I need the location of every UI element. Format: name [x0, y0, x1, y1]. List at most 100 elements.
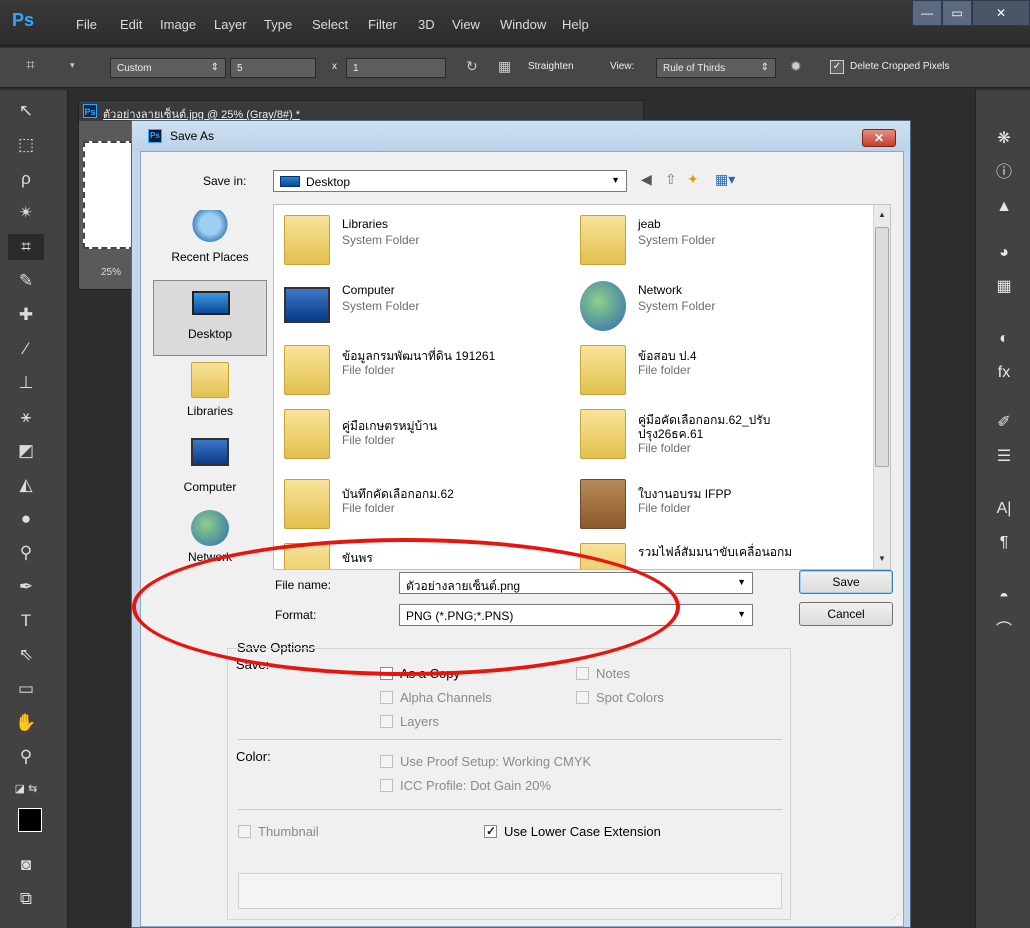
list-item[interactable]: Network System Folder — [570, 277, 866, 335]
default-colors-icon[interactable]: ◪ ⇆ — [8, 776, 44, 802]
adjustments-icon[interactable]: ◐ — [990, 326, 1018, 352]
document-canvas[interactable] — [83, 141, 135, 249]
place-desktop[interactable]: Desktop — [153, 280, 267, 356]
scroll-thumb[interactable] — [875, 227, 889, 467]
pen-tool-icon[interactable]: ✒ — [8, 574, 44, 600]
list-item[interactable]: รวมไฟล์สัมมนาขับเคลื่อนอกม — [570, 539, 866, 569]
chevron-down-icon[interactable]: ▼ — [737, 577, 746, 587]
clone-stamp-tool-icon[interactable]: ⊥ — [8, 370, 44, 396]
save-in-dropdown[interactable]: Desktop ▼ — [273, 170, 627, 192]
foreground-color-swatch[interactable] — [18, 808, 42, 832]
maximize-button[interactable]: ▭ — [942, 0, 972, 26]
document-title-bar[interactable]: Ps ตัวอย่างลายเซ็นต์.jpg @ 25% (Gray/8#)… — [79, 101, 643, 121]
info-icon[interactable]: ⓘ — [990, 160, 1018, 186]
menu-select[interactable]: Select — [312, 17, 348, 32]
menu-window[interactable]: Window — [500, 17, 546, 32]
clear-icon[interactable]: ↻ — [466, 58, 478, 75]
dodge-tool-icon[interactable]: ⚲ — [8, 540, 44, 566]
paragraph-icon[interactable]: ¶ — [990, 530, 1018, 556]
crop-width-input[interactable]: 5 — [230, 58, 316, 78]
path-selection-tool-icon[interactable]: ⇖ — [8, 642, 44, 668]
dialog-close-button[interactable]: ✕ — [862, 129, 896, 147]
paint-bucket-tool-icon[interactable]: ◭ — [8, 472, 44, 498]
scroll-up-icon[interactable]: ▲ — [874, 207, 890, 223]
file-name-input[interactable]: ตัวอย่างลายเซ็นต์.png ▼ — [399, 572, 753, 594]
menu-file[interactable]: File — [76, 17, 97, 32]
list-item[interactable]: Computer System Folder — [274, 277, 570, 335]
menu-help[interactable]: Help — [562, 17, 589, 32]
list-item[interactable]: Libraries System Folder — [274, 211, 570, 269]
delete-cropped-checkbox[interactable]: ✓ — [830, 60, 844, 74]
menu-type[interactable]: Type — [264, 17, 292, 32]
marquee-tool-icon[interactable]: ⬚ — [8, 132, 44, 158]
rectangle-tool-icon[interactable]: ▭ — [8, 676, 44, 702]
eraser-tool-icon[interactable]: ◩ — [8, 438, 44, 464]
dialog-title-bar[interactable]: Ps Save As ✕ — [132, 121, 910, 151]
eyedropper-tool-icon[interactable]: ✎ — [8, 268, 44, 294]
place-network[interactable]: Network — [153, 504, 267, 568]
lasso-tool-icon[interactable]: ρ — [8, 166, 44, 192]
tool-preset-dropdown-icon[interactable]: ▾ — [70, 60, 75, 71]
list-item[interactable]: คู่มือคัดเลือกอกม.62_ปรับ ปรุง26ธค.61 Fi… — [570, 405, 866, 469]
quick-mask-icon[interactable]: ◙ — [8, 852, 44, 878]
styles-icon[interactable]: fx — [990, 360, 1018, 386]
back-icon[interactable]: ◀ — [641, 171, 652, 188]
healing-brush-tool-icon[interactable]: ✚ — [8, 302, 44, 328]
list-item[interactable]: ใบงานอบรม IFPP File folder — [570, 475, 866, 533]
menu-image[interactable]: Image — [160, 17, 196, 32]
swap-dimensions[interactable]: x — [332, 61, 337, 72]
swatches-icon[interactable]: ▦ — [990, 274, 1018, 300]
brush-settings-icon[interactable]: ☰ — [990, 444, 1018, 470]
cancel-button[interactable]: Cancel — [799, 602, 893, 626]
menu-3d[interactable]: 3D — [418, 17, 435, 32]
list-item[interactable]: ข้อสอบ ป.4 File folder — [570, 341, 866, 399]
gear-icon[interactable]: ✹ — [790, 58, 802, 75]
file-list-scrollbar[interactable]: ▲ ▼ — [873, 205, 890, 569]
save-button[interactable]: Save — [799, 570, 893, 594]
close-button[interactable]: ✕ — [972, 0, 1030, 26]
view-overlay-select[interactable]: Rule of Thirds ⇕ — [656, 58, 776, 78]
minimize-button[interactable]: — — [912, 0, 942, 26]
screen-mode-icon[interactable]: ⧉ — [8, 886, 44, 912]
scroll-down-icon[interactable]: ▼ — [874, 551, 890, 567]
crop-height-input[interactable]: 1 — [346, 58, 446, 78]
zoom-level[interactable]: 25% — [101, 267, 121, 278]
list-item[interactable]: ข้อมูลกรมพัฒนาที่ดิน 191261 File folder — [274, 341, 570, 399]
straighten-icon[interactable]: ▦ — [498, 58, 511, 75]
histogram-icon[interactable]: ▲ — [990, 194, 1018, 220]
menu-edit[interactable]: Edit — [120, 17, 142, 32]
navigator-icon[interactable]: ❋ — [990, 126, 1018, 152]
crop-preset-select[interactable]: Custom ⇕ — [110, 58, 226, 78]
history-brush-tool-icon[interactable]: ⚹ — [8, 404, 44, 430]
resize-grip-icon[interactable]: ⋰ — [891, 913, 899, 922]
paths-icon[interactable]: ⌒ — [990, 618, 1018, 644]
place-computer[interactable]: Computer — [153, 432, 267, 508]
color-swatches[interactable] — [18, 808, 58, 848]
brush-presets-icon[interactable]: ✐ — [990, 410, 1018, 436]
place-recent-places[interactable]: Recent Places — [153, 204, 267, 280]
hand-tool-icon[interactable]: ✋ — [8, 710, 44, 736]
menu-layer[interactable]: Layer — [214, 17, 247, 32]
list-item[interactable]: ขันพร — [274, 539, 570, 569]
brush-tool-icon[interactable]: ⁄ — [8, 336, 44, 362]
crop-tool-icon[interactable]: ⌗ — [8, 234, 44, 260]
color-icon[interactable]: ◕ — [990, 240, 1018, 266]
place-libraries[interactable]: Libraries — [153, 356, 267, 432]
menu-view[interactable]: View — [452, 17, 480, 32]
list-item[interactable]: คู่มือเกษตรหมู่บ้าน File folder — [274, 405, 570, 463]
blur-tool-icon[interactable]: ● — [8, 506, 44, 532]
straighten-label[interactable]: Straighten — [528, 61, 574, 72]
crop-tool-icon[interactable]: ⌗ — [26, 57, 35, 75]
menu-filter[interactable]: Filter — [368, 17, 397, 32]
new-folder-icon[interactable]: ✦ — [687, 171, 699, 188]
zoom-tool-icon[interactable]: ⚲ — [8, 744, 44, 770]
character-icon[interactable]: A| — [990, 496, 1018, 522]
format-select[interactable]: PNG (*.PNG;*.PNS) ▼ — [399, 604, 753, 626]
list-item[interactable]: บันทึกคัดเลือกอกม.62 File folder — [274, 475, 570, 533]
type-tool-icon[interactable]: T — [8, 608, 44, 634]
layers-icon[interactable]: ◓ — [990, 584, 1018, 610]
file-list[interactable]: Libraries System Folder jeab System Fold… — [273, 204, 891, 570]
up-folder-icon[interactable]: ⇧ — [665, 171, 677, 188]
list-item[interactable]: jeab System Folder — [570, 211, 866, 269]
view-menu-icon[interactable]: ▦▾ — [715, 171, 735, 188]
